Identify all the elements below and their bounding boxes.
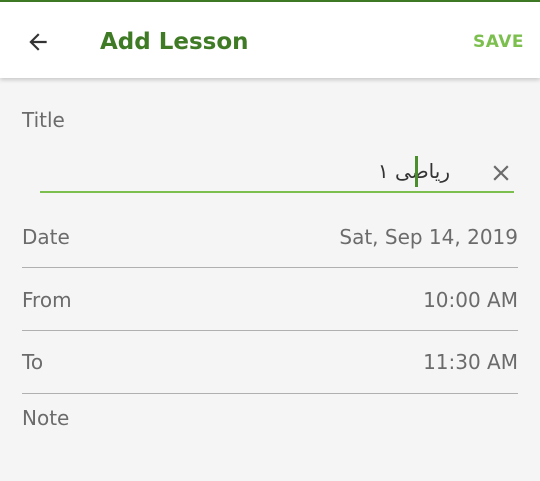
clear-title-button[interactable] bbox=[486, 158, 516, 188]
date-value: Sat, Sep 14, 2019 bbox=[339, 225, 518, 249]
note-label: Note bbox=[22, 406, 70, 430]
to-time-value: 11:30 AM bbox=[423, 350, 518, 374]
to-label: To bbox=[22, 350, 44, 374]
close-icon bbox=[493, 165, 509, 181]
app-bar: Add Lesson SAVE bbox=[0, 2, 540, 78]
from-label: From bbox=[22, 288, 72, 312]
back-button[interactable] bbox=[14, 18, 62, 66]
title-input-underline bbox=[40, 191, 514, 193]
save-button[interactable]: SAVE bbox=[473, 28, 524, 56]
title-input-value: رياضی ۱ bbox=[377, 159, 450, 183]
date-label: Date bbox=[22, 225, 70, 249]
note-field[interactable] bbox=[0, 394, 540, 481]
page-title: Add Lesson bbox=[100, 29, 249, 55]
text-cursor bbox=[415, 156, 418, 187]
title-label: Title bbox=[22, 108, 65, 132]
arrow-left-icon bbox=[29, 33, 47, 51]
from-time-value: 10:00 AM bbox=[423, 288, 518, 312]
